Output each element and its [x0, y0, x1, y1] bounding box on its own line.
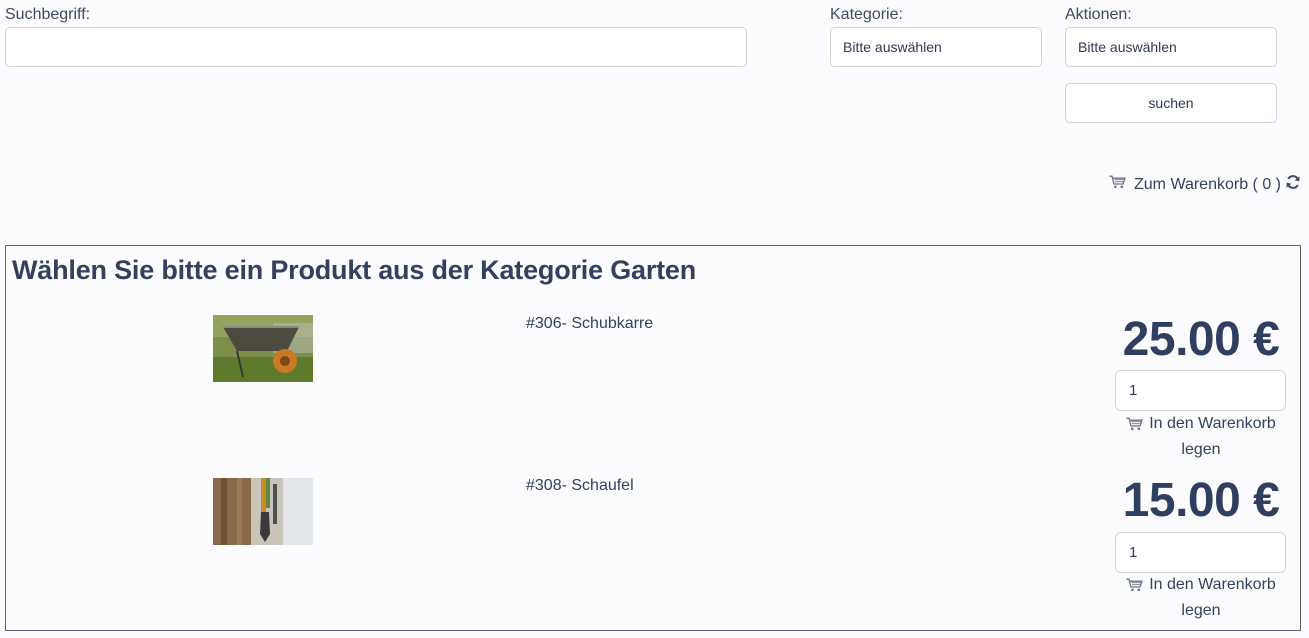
add-to-cart-label-line2: legen — [1181, 441, 1221, 458]
add-to-cart-label-line2: legen — [1181, 602, 1221, 619]
go-to-cart-link[interactable]: Zum Warenkorb ( 0 ) — [1109, 174, 1301, 195]
product-price: 25.00 € — [1122, 313, 1280, 366]
product-price: 15.00 € — [1122, 474, 1280, 527]
go-to-cart-label: Zum Warenkorb ( 0 ) — [1134, 175, 1281, 193]
wheelbarrow-image[interactable] — [213, 315, 313, 382]
shopping-cart-icon — [1126, 417, 1144, 431]
search-term-field[interactable] — [5, 27, 747, 67]
category-label: Kategorie: — [830, 6, 903, 23]
refresh-icon[interactable] — [1285, 174, 1301, 195]
quantity-field[interactable] — [1115, 370, 1286, 411]
shovel-image[interactable] — [213, 478, 313, 545]
add-to-cart-label-line1: In den Warenkorb — [1149, 576, 1276, 593]
product-panel: Wählen Sie bitte ein Produkt aus der Kat… — [5, 245, 1301, 631]
quantity-field[interactable] — [1115, 532, 1286, 573]
quantity-input[interactable] — [1116, 371, 1285, 410]
add-to-cart-label-line1: In den Warenkorb — [1149, 415, 1276, 432]
actions-select[interactable]: Bitte auswählen — [1065, 27, 1277, 67]
shopping-cart-icon — [1126, 578, 1144, 592]
shopping-cart-icon — [1109, 175, 1126, 194]
category-select[interactable]: Bitte auswählen — [830, 27, 1042, 67]
search-term-label: Suchbegriff: — [5, 6, 91, 23]
category-select-value: Bitte auswählen — [843, 39, 942, 55]
product-name[interactable]: #308- Schaufel — [526, 477, 634, 495]
actions-label: Aktionen: — [1065, 6, 1132, 23]
actions-select-value: Bitte auswählen — [1078, 39, 1177, 55]
product-name[interactable]: #306- Schubkarre — [526, 315, 653, 333]
search-button[interactable]: suchen — [1065, 83, 1277, 123]
add-to-cart-button[interactable]: In den Warenkorb legen — [1106, 572, 1296, 624]
panel-heading: Wählen Sie bitte ein Produkt aus der Kat… — [12, 255, 697, 285]
search-term-input[interactable] — [6, 28, 746, 66]
add-to-cart-button[interactable]: In den Warenkorb legen — [1106, 411, 1296, 463]
quantity-input[interactable] — [1116, 533, 1285, 572]
